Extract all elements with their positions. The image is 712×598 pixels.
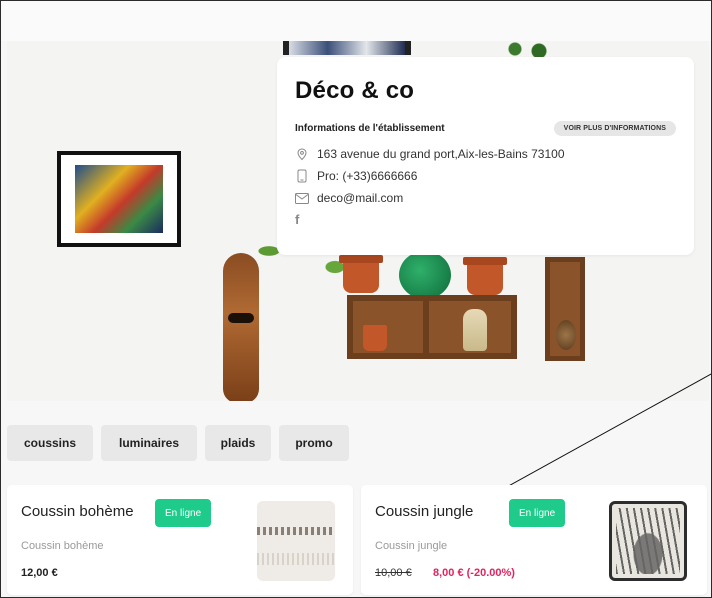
product-old-price: 10,00 € bbox=[375, 567, 412, 579]
store-info-card: Déco & co Informations de l'établissemen… bbox=[277, 57, 694, 255]
more-info-button[interactable]: VOIR PLUS D'INFORMATIONS bbox=[553, 121, 676, 136]
top-strip bbox=[1, 1, 711, 41]
mail-icon bbox=[295, 191, 309, 205]
category-tabs: coussins luminaires plaids promo bbox=[7, 425, 349, 461]
info-label: Informations de l'établissement bbox=[295, 123, 445, 134]
phone-row: Pro: (+33)6666666 bbox=[295, 168, 676, 184]
status-badge: En ligne bbox=[155, 499, 212, 527]
page-frame: Déco & co Informations de l'établissemen… bbox=[0, 0, 712, 598]
plant-pot-left bbox=[339, 255, 383, 293]
phone-icon bbox=[295, 169, 309, 183]
wall-frame-top bbox=[283, 41, 411, 55]
status-badge: En ligne bbox=[509, 499, 566, 527]
store-name: Déco & co bbox=[295, 77, 415, 104]
product-name: Coussin jungle bbox=[375, 503, 474, 520]
product-card[interactable]: Coussin bohème En ligne Coussin bohème 1… bbox=[7, 485, 353, 595]
product-sale-price: 8,00 € (-20.00%) bbox=[433, 567, 515, 579]
fish-painting bbox=[57, 151, 181, 247]
category-plaids[interactable]: plaids bbox=[205, 425, 271, 461]
product-name: Coussin bohème bbox=[21, 503, 134, 520]
plant-pot-right bbox=[463, 257, 507, 295]
product-price: 12,00 € bbox=[21, 567, 58, 579]
info-header: Informations de l'établissement VOIR PLU… bbox=[295, 121, 676, 136]
wall-box bbox=[545, 257, 585, 361]
product-image bbox=[609, 501, 687, 581]
product-card[interactable]: Coussin jungle En ligne Coussin jungle 1… bbox=[361, 485, 707, 595]
category-luminaires[interactable]: luminaires bbox=[101, 425, 197, 461]
category-promo[interactable]: promo bbox=[279, 425, 349, 461]
location-pin-icon bbox=[295, 147, 309, 161]
product-subtitle: Coussin bohème bbox=[21, 540, 104, 552]
green-ornament bbox=[399, 251, 451, 299]
wall-shelf bbox=[347, 295, 517, 359]
email-link[interactable]: deco@mail.com bbox=[317, 191, 403, 205]
phone-text: Pro: (+33)6666666 bbox=[317, 169, 418, 183]
wooden-mask bbox=[223, 253, 259, 401]
category-coussins[interactable]: coussins bbox=[7, 425, 93, 461]
address-text: 163 avenue du grand port,Aix-les-Bains 7… bbox=[317, 147, 565, 161]
product-subtitle: Coussin jungle bbox=[375, 540, 448, 552]
product-image bbox=[257, 501, 335, 581]
email-row: deco@mail.com bbox=[295, 190, 676, 206]
facebook-icon[interactable]: f bbox=[295, 212, 309, 228]
address-row: 163 avenue du grand port,Aix-les-Bains 7… bbox=[295, 146, 676, 162]
